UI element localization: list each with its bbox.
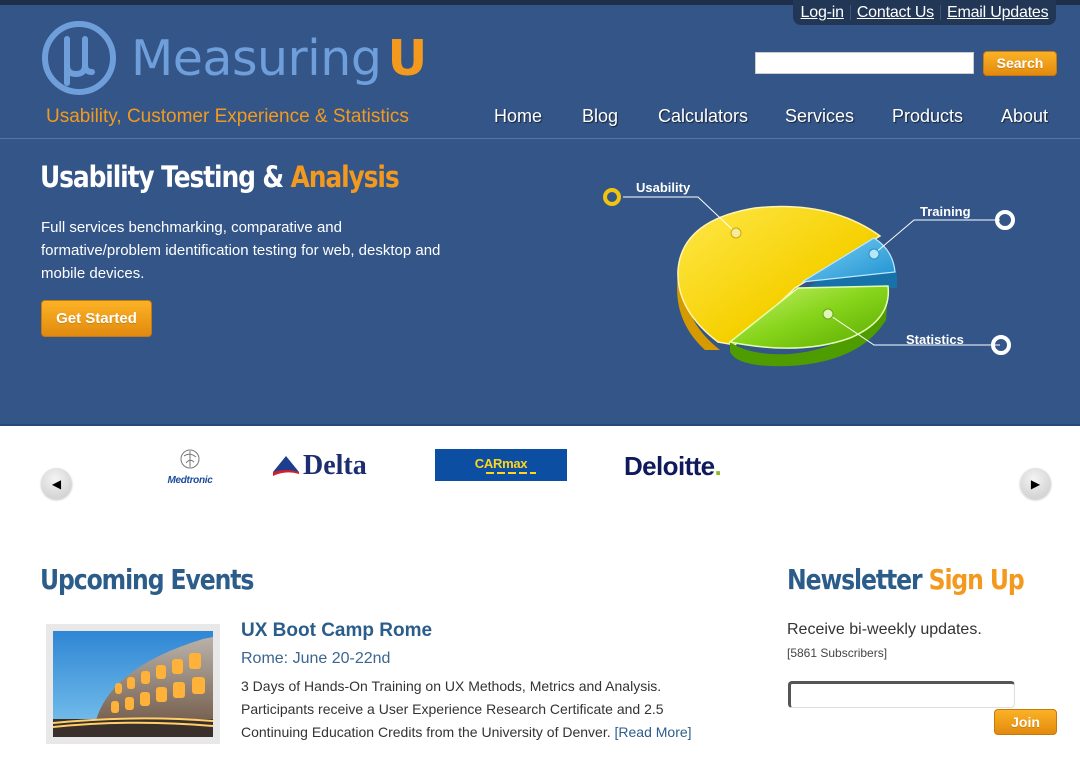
- nav-home[interactable]: Home: [494, 106, 542, 127]
- site-logo[interactable]: Measuring U: [40, 19, 427, 97]
- logo-name-accent: U: [387, 29, 427, 87]
- newsletter-heading: Newsletter Sign Up: [787, 563, 1025, 596]
- client-logo-deloitte: Deloitte.: [624, 451, 722, 482]
- carmax-name: CARmax: [474, 455, 528, 471]
- delta-name: Delta: [303, 450, 367, 481]
- nav-services[interactable]: Services: [785, 106, 854, 127]
- nav-calculators[interactable]: Calculators: [658, 106, 748, 127]
- nav-divider: [0, 138, 1080, 139]
- newsletter-heading-accent: Sign Up: [928, 563, 1025, 596]
- contact-us-link[interactable]: Contact Us: [851, 4, 940, 22]
- header-bottom-border: [0, 424, 1080, 426]
- search-input[interactable]: [755, 52, 974, 74]
- delta-widget-icon: [273, 456, 299, 476]
- client-logo-carmax: CARmax: [435, 449, 567, 481]
- get-started-button[interactable]: Get Started: [41, 300, 152, 337]
- pie-label-training: Training: [920, 204, 971, 219]
- hero-pie-illustration: Usability Training Statistics: [590, 170, 1030, 380]
- arrow-right-icon: ▶: [1030, 476, 1041, 491]
- read-more-link[interactable]: [Read More]: [615, 724, 692, 740]
- newsletter-email-input[interactable]: [788, 681, 1015, 708]
- carousel-next-button[interactable]: ▶: [1020, 468, 1051, 499]
- logo-name: Measuring: [131, 29, 382, 87]
- hero-title-accent: Analysis: [290, 160, 400, 194]
- colosseum-image: [53, 631, 213, 737]
- event-thumbnail[interactable]: [46, 624, 220, 744]
- login-link[interactable]: Log-in: [795, 4, 850, 22]
- join-button[interactable]: Join: [994, 709, 1057, 735]
- hero-title-main: Usability Testing &: [40, 160, 284, 194]
- site-header: Log-in Contact Us Email Updates Measurin…: [0, 0, 1080, 426]
- event-title-link[interactable]: UX Boot Camp Rome: [241, 620, 432, 642]
- nav-about[interactable]: About: [1001, 106, 1048, 127]
- subscriber-count: [5861 Subscribers]: [787, 646, 888, 660]
- email-updates-link[interactable]: Email Updates: [941, 4, 1054, 22]
- search-button[interactable]: Search: [983, 51, 1057, 76]
- deloitte-dot: .: [714, 451, 722, 481]
- event-date: Rome: June 20-22nd: [241, 650, 391, 667]
- logo-wordmark: Measuring U: [131, 30, 427, 87]
- newsletter-heading-main: Newsletter: [787, 563, 923, 596]
- hero-title: Usability Testing & Analysis: [40, 160, 400, 194]
- carmax-dashes: [486, 471, 536, 474]
- carmax-name-part1: CAR: [474, 455, 503, 471]
- client-logo-medtronic: Medtronic: [160, 448, 220, 486]
- event-description: 3 Days of Hands-On Training on UX Method…: [241, 675, 711, 744]
- pie-label-statistics: Statistics: [906, 332, 964, 347]
- deloitte-name: Deloitte: [624, 451, 715, 481]
- medtronic-name: Medtronic: [167, 475, 213, 486]
- utility-links: Log-in Contact Us Email Updates: [793, 0, 1056, 25]
- newsletter-text: Receive bi-weekly updates.: [787, 621, 982, 638]
- hero-description: Full services benchmarking, comparative …: [41, 219, 441, 282]
- pie-label-usability: Usability: [636, 180, 691, 195]
- arrow-left-icon: ◀: [51, 476, 62, 491]
- mu-logo-icon: [42, 21, 116, 95]
- client-logo-delta: Delta: [272, 450, 367, 482]
- main-nav: Home Blog Calculators Services Products …: [0, 106, 1080, 130]
- carousel-prev-button[interactable]: ◀: [41, 468, 72, 499]
- event-description-text: 3 Days of Hands-On Training on UX Method…: [241, 678, 664, 740]
- nav-products[interactable]: Products: [892, 106, 963, 127]
- events-heading: Upcoming Events: [40, 563, 254, 596]
- pie-illustration-graphic: [603, 188, 1015, 367]
- carmax-name-part2: max: [502, 455, 528, 471]
- medtronic-emblem-icon: [180, 449, 200, 469]
- nav-blog[interactable]: Blog: [582, 106, 618, 127]
- colosseum-graphic: [53, 631, 213, 737]
